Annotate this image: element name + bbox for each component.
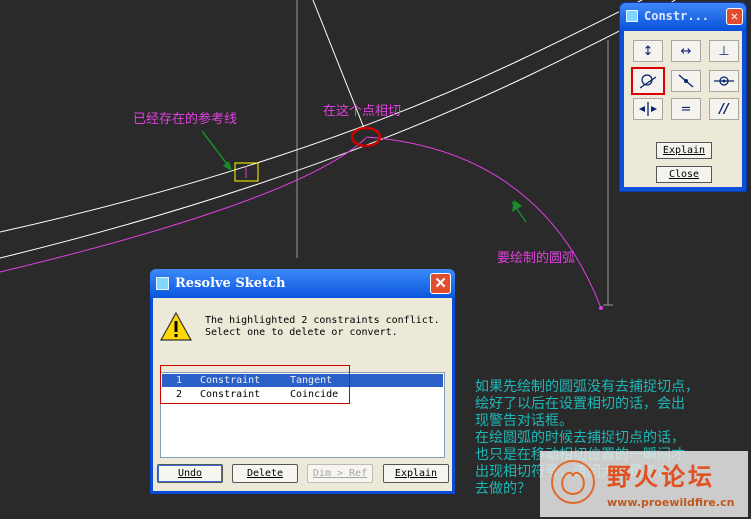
window-icon bbox=[156, 277, 169, 290]
perpendicular-icon: ⊥ bbox=[718, 43, 730, 59]
existing-ref-line-label: 已经存在的参考线 bbox=[133, 112, 238, 127]
arc-endpoint bbox=[599, 306, 603, 310]
tangent-point-label: 在这个点相切 bbox=[323, 104, 402, 119]
point-on-line-constraint-button[interactable] bbox=[671, 70, 701, 92]
conflict-rows-highlight bbox=[160, 365, 350, 404]
resolve-sketch-dialog: Resolve Sketch ✕ The highlighted 2 const… bbox=[150, 269, 455, 494]
equal-icon: = bbox=[680, 101, 692, 117]
midpoint-icon bbox=[714, 76, 734, 86]
symmetric-constraint-button[interactable] bbox=[633, 98, 663, 120]
delete-button[interactable]: Delete bbox=[232, 464, 298, 483]
horizontal-constraint-button[interactable]: ↔ bbox=[671, 40, 701, 62]
palette-title: Constr... bbox=[644, 9, 710, 23]
point-on-line-icon bbox=[678, 74, 694, 88]
close-icon[interactable]: ✕ bbox=[726, 7, 743, 25]
parallel-icon: // bbox=[719, 101, 729, 117]
watermark-title: 野火论坛 bbox=[607, 463, 715, 491]
conflict-message: The highlighted 2 constraints conflict. … bbox=[205, 315, 440, 338]
watermark-url: www.proewildfire.cn bbox=[607, 496, 735, 509]
dialog-title: Resolve Sketch bbox=[175, 276, 286, 291]
constraints-palette: Constr... ✕ ↕ ↔ ⊥ = // Explain Close bbox=[619, 2, 747, 192]
forum-logo-icon bbox=[551, 460, 595, 504]
dialog-explain-button[interactable]: Explain bbox=[383, 464, 449, 483]
arc-to-draw-label: 要绘制的圆弧 bbox=[497, 251, 576, 266]
window-icon bbox=[626, 10, 638, 22]
undo-button[interactable]: Undo bbox=[157, 464, 223, 483]
dim-ref-button: Dim > Ref bbox=[307, 464, 373, 483]
equal-constraint-button[interactable]: = bbox=[671, 98, 701, 120]
vertical-arrows-icon: ↕ bbox=[642, 43, 654, 59]
tangent-constraint-button[interactable] bbox=[631, 67, 665, 95]
midpoint-constraint-button[interactable] bbox=[709, 70, 739, 92]
magenta-line bbox=[0, 137, 367, 273]
arrow-to-ref-line bbox=[201, 130, 231, 169]
forum-watermark: 野火论坛 www.proewildfire.cn bbox=[540, 451, 748, 517]
dialog-titlebar[interactable]: Resolve Sketch ✕ bbox=[150, 269, 455, 298]
palette-close-button[interactable]: Close bbox=[656, 166, 712, 183]
vertical-constraint-button[interactable]: ↕ bbox=[633, 40, 663, 62]
perpendicular-constraint-button[interactable]: ⊥ bbox=[709, 40, 739, 62]
symmetric-icon bbox=[639, 102, 657, 116]
palette-titlebar[interactable]: Constr... ✕ bbox=[620, 3, 746, 29]
palette-explain-button[interactable]: Explain bbox=[656, 142, 712, 159]
close-icon[interactable]: ✕ bbox=[430, 273, 451, 294]
horizontal-arrows-icon: ↔ bbox=[680, 43, 692, 59]
reference-line-lower bbox=[0, 0, 676, 259]
parallel-constraint-button[interactable]: // bbox=[709, 98, 739, 120]
warning-icon bbox=[160, 312, 192, 341]
tangent-icon bbox=[639, 74, 657, 89]
